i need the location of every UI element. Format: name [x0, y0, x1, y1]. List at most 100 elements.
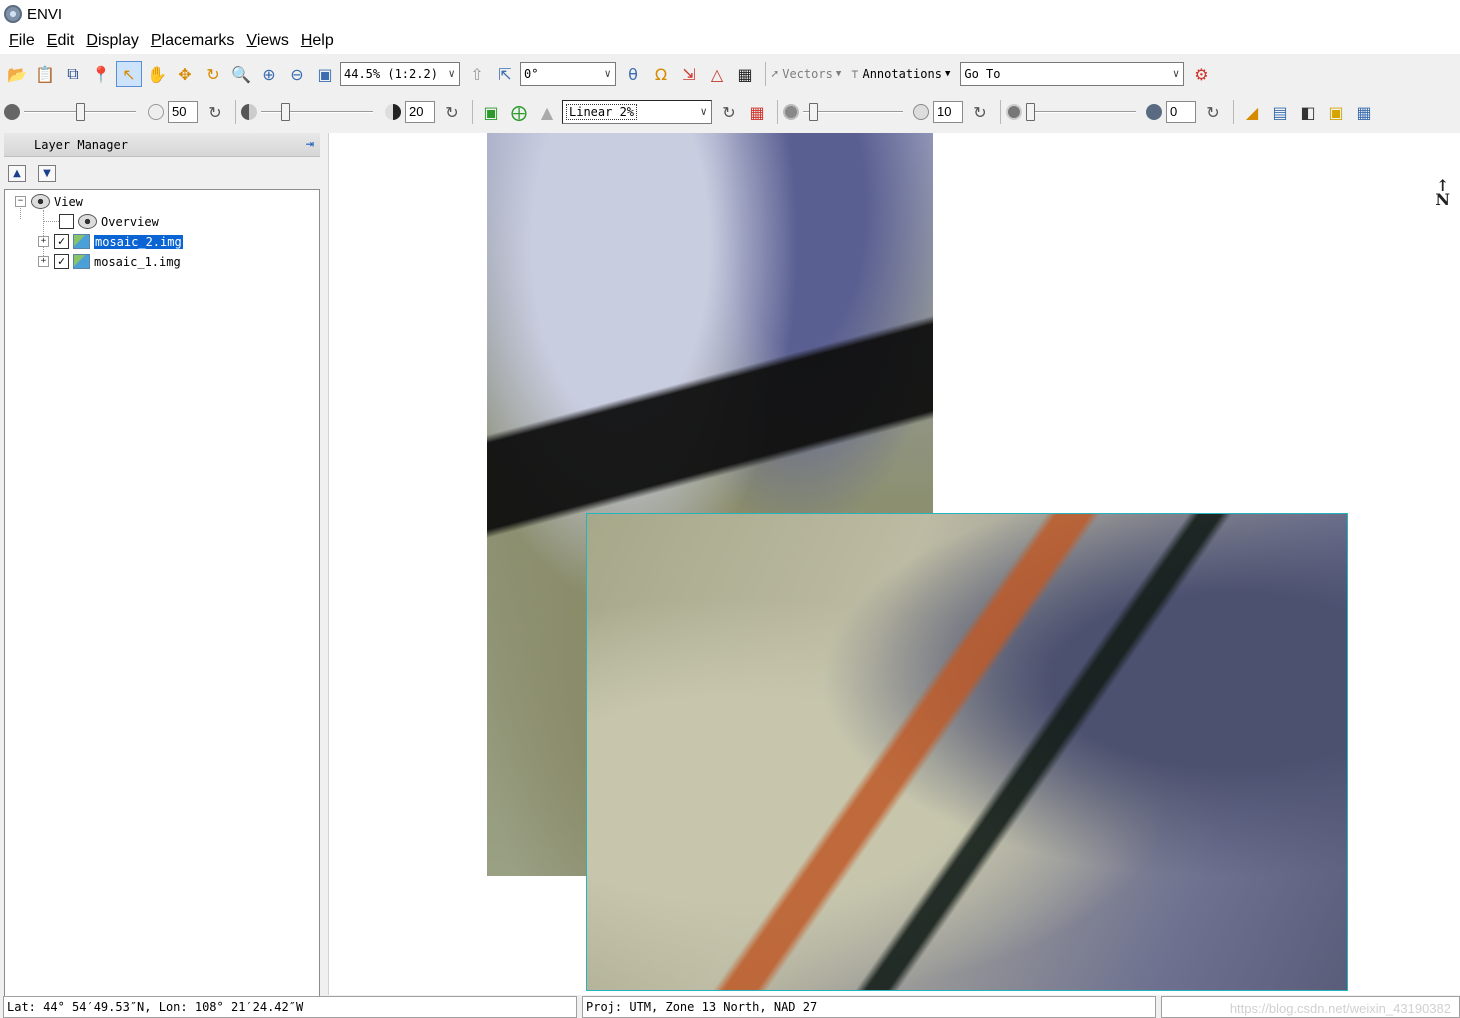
image-view[interactable]: ↑ N [328, 133, 1460, 995]
toolbar-separator [472, 100, 473, 124]
sharpen-input[interactable]: 10 [933, 101, 963, 123]
menu-views[interactable]: Views [241, 32, 293, 50]
envi-app-icon [4, 5, 22, 23]
transparency-slider[interactable] [1026, 102, 1136, 122]
title-bar: ENVI [0, 0, 1460, 28]
slider-thumb[interactable] [281, 103, 290, 121]
open-folder-icon[interactable]: 📂 [4, 61, 30, 87]
flicker-icon[interactable]: ▣ [1323, 99, 1349, 125]
main-toolbar: 📂 📋 ⧉ 📍 ↖ ✋ ✥ ↻ 🔍 ⊕ ⊖ ▣ 44.5% (1:2.2) ∨ … [0, 56, 1460, 92]
toolbar-separator [765, 62, 766, 86]
globe-link-icon[interactable]: ⚙ [1188, 61, 1214, 87]
brightness-slider[interactable] [24, 102, 136, 122]
reset-sharpen-icon[interactable]: ↻ [967, 99, 993, 125]
crosshair-icon[interactable]: Ω [648, 61, 674, 87]
mosaic-1-checkbox[interactable]: ✓ [54, 254, 69, 269]
reset-contrast-icon[interactable]: ↻ [439, 99, 465, 125]
annotations-label: Annotations [862, 67, 942, 81]
zoom-out-icon[interactable]: ⊖ [284, 61, 310, 87]
layer-manager-header: Layer Manager ⇥ [4, 133, 320, 157]
goto-combo[interactable]: Go To ∨ [960, 62, 1185, 86]
roi-icon[interactable]: △ [704, 61, 730, 87]
move-layer-down-icon[interactable]: ▼ [38, 164, 56, 182]
full-extent-icon[interactable]: ▣ [478, 99, 504, 125]
reset-transparency-icon[interactable]: ↻ [1200, 99, 1226, 125]
reset-brightness-icon[interactable]: ↻ [202, 99, 228, 125]
window-title: ENVI [27, 5, 63, 23]
annotations-button[interactable]: ⊤ Annotations ▼ [851, 67, 950, 81]
zoom-icon[interactable]: 🔍 [228, 61, 254, 87]
menu-display[interactable]: Display [81, 32, 143, 50]
tree-node-label: mosaic_1.img [94, 254, 181, 269]
reset-stretch-icon[interactable]: ↻ [716, 99, 742, 125]
visible-extent-icon[interactable]: ⨁ [506, 99, 532, 125]
north-arrow-icon: ↑ N [1435, 178, 1450, 208]
slider-thumb[interactable] [1026, 103, 1035, 121]
rotation-combo[interactable]: 0° ∨ [520, 62, 616, 86]
tree-node-view[interactable]: − View [15, 192, 83, 211]
tree-node-mosaic-2[interactable]: + ✓ mosaic_2.img [38, 232, 183, 251]
fly-move-icon[interactable]: ✥ [172, 61, 198, 87]
swipe-icon[interactable]: ◧ [1295, 99, 1321, 125]
dropdown-arrow-icon: ▼ [835, 69, 842, 79]
brightness-dark-icon [4, 104, 20, 120]
tree-node-label: Overview [101, 214, 159, 229]
status-bar: Lat: 44° 54′49.53″N, Lon: 108° 21′24.42″… [0, 996, 1460, 1018]
stretch-combo[interactable]: Linear 2% ∨ [562, 100, 712, 124]
blend-icon[interactable]: ▦ [1351, 99, 1377, 125]
zoom-full-icon[interactable]: ▣ [312, 61, 338, 87]
transparency-low-icon [1006, 104, 1022, 120]
enhance-toolbar: 50 ↻ 20 ↻ ▣ ⨁ ▲ Linear 2% ∨ ↻ ▦ 10 ↻ 0 ↻… [0, 94, 1460, 130]
slider-thumb[interactable] [809, 103, 818, 121]
pin-panel-icon[interactable]: ⇥ [306, 136, 314, 152]
contrast-input[interactable]: 20 [405, 101, 435, 123]
placemark-pin-icon[interactable]: 📍 [88, 61, 114, 87]
slider-thumb[interactable] [76, 103, 85, 121]
cursor-value-icon[interactable]: θ [620, 61, 646, 87]
expand-icon[interactable]: + [38, 256, 49, 267]
chevron-down-icon: ∨ [700, 105, 707, 118]
zoom-in-icon[interactable]: ⊕ [256, 61, 282, 87]
chip-view-icon[interactable]: ▤ [1267, 99, 1293, 125]
layer-manager-tools: ▲ ▼ [4, 157, 320, 189]
stretch-disabled-icon[interactable]: ▲ [534, 99, 560, 125]
rotate-icon[interactable]: ↻ [200, 61, 226, 87]
toolbar-separator [235, 100, 236, 124]
contrast-slider[interactable] [261, 102, 373, 122]
select-cursor-icon[interactable]: ↖ [116, 61, 142, 87]
collapse-icon[interactable]: − [15, 196, 26, 207]
measure-icon[interactable]: ⇲ [676, 61, 702, 87]
tree-node-mosaic-1[interactable]: + ✓ mosaic_1.img [38, 252, 181, 271]
dropdown-arrow-icon: ▼ [944, 69, 951, 79]
sharpen-slider[interactable] [803, 102, 903, 122]
view-eye-icon [31, 194, 50, 209]
tree-node-overview[interactable]: Overview [59, 212, 159, 231]
layer-tree: − View Overview + ✓ mosaic_2.img + ✓ mos… [4, 189, 320, 997]
ruler-icon[interactable]: ◢ [1239, 99, 1265, 125]
overview-eye-icon [78, 214, 97, 229]
transparency-input[interactable]: 0 [1166, 101, 1196, 123]
toolbar-separator [777, 100, 778, 124]
pan-hand-icon[interactable]: ✋ [144, 61, 170, 87]
move-layer-up-icon[interactable]: ▲ [8, 164, 26, 182]
menu-placemarks[interactable]: Placemarks [146, 32, 240, 50]
toolbar-separator [1233, 100, 1234, 124]
zoom-level-value: 44.5% (1:2.2) [344, 67, 438, 81]
histogram-icon[interactable]: ▦ [744, 99, 770, 125]
menu-file[interactable]: File [4, 32, 40, 50]
raster-mosaic-2[interactable] [586, 513, 1348, 991]
vectors-button[interactable]: ➚ Vectors ▼ [771, 67, 841, 81]
crop-icon[interactable]: ⧉ [60, 61, 86, 87]
rotate-north-icon[interactable]: ⇧ [464, 61, 490, 87]
data-manager-icon[interactable]: 📋 [32, 61, 58, 87]
menu-edit[interactable]: Edit [42, 32, 80, 50]
mosaic-2-checkbox[interactable]: ✓ [54, 234, 69, 249]
counter-icon[interactable]: ▦ [732, 61, 758, 87]
rotate-arrow-icon[interactable]: ⇱ [492, 61, 518, 87]
overview-checkbox[interactable] [59, 214, 74, 229]
menu-help[interactable]: Help [296, 32, 339, 50]
stretch-value: Linear 2% [566, 104, 638, 120]
expand-icon[interactable]: + [38, 236, 49, 247]
zoom-level-combo[interactable]: 44.5% (1:2.2) ∨ [340, 62, 460, 86]
brightness-input[interactable]: 50 [168, 101, 198, 123]
